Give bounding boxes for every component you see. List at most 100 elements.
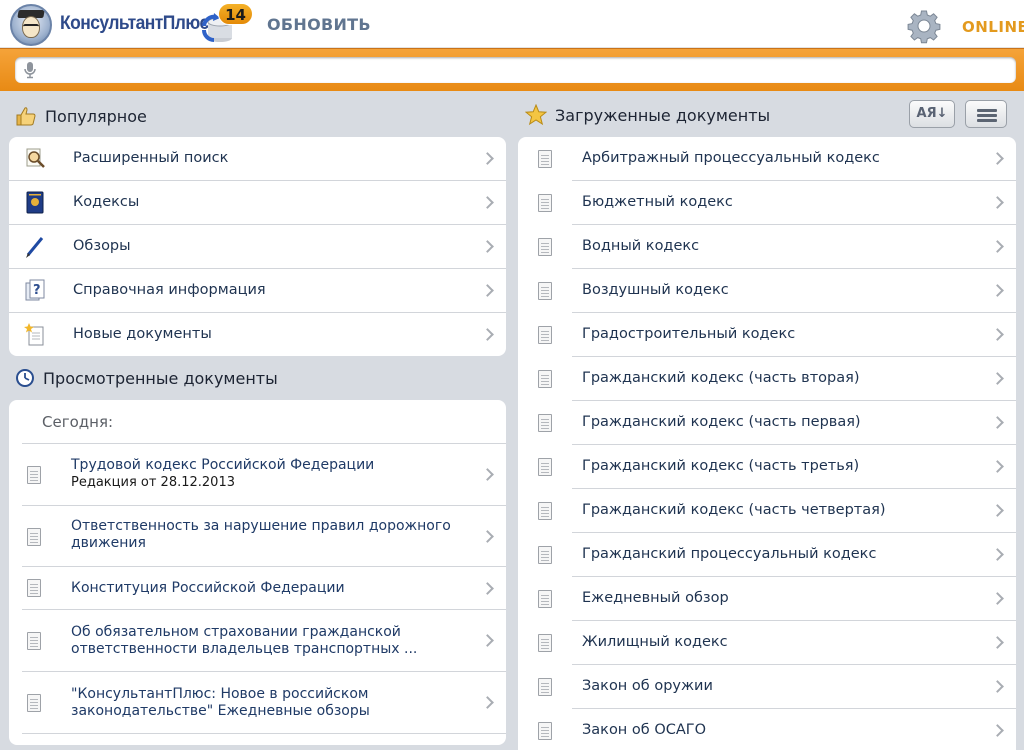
help-document-icon: ?	[25, 279, 45, 301]
app-header: КонсультантПлюс 14 ОБНОВИТЬ ONLINE	[0, 0, 1024, 48]
loaded-item[interactable]: Гражданский процессуальный кодекс	[518, 533, 1016, 577]
popular-item-advanced-search[interactable]: Расширенный поиск	[9, 137, 506, 181]
chevron-right-icon	[991, 548, 1004, 561]
loaded-item-label: Закон об оружии	[582, 678, 713, 694]
viewed-item[interactable]: Конституция Российской Федерации	[9, 567, 506, 610]
professor-logo-icon	[10, 4, 52, 46]
group-label-today: Сегодня:	[42, 413, 114, 431]
loaded-item-label: Гражданский кодекс (часть четвертая)	[582, 502, 886, 518]
loaded-title: Загруженные документы	[555, 105, 771, 125]
document-icon	[538, 590, 552, 608]
loaded-item[interactable]: Бюджетный кодекс	[518, 181, 1016, 225]
loaded-item-label: Воздушный кодекс	[582, 282, 729, 298]
document-icon	[538, 370, 552, 388]
chevron-right-icon	[481, 468, 494, 481]
loaded-item[interactable]: Гражданский кодекс (часть третья)	[518, 445, 1016, 489]
viewed-item[interactable]: "КонсультантПлюс: Новое в российском зак…	[9, 672, 506, 734]
chevron-right-icon	[481, 240, 494, 253]
menu-line	[977, 114, 997, 117]
chevron-right-icon	[991, 592, 1004, 605]
chevron-right-icon	[991, 328, 1004, 341]
list-menu-button[interactable]	[965, 100, 1007, 128]
chevron-right-icon	[481, 152, 494, 165]
loaded-list: Арбитражный процессуальный кодекс Бюджет…	[518, 137, 1016, 750]
document-icon	[538, 502, 552, 520]
chevron-right-icon	[991, 680, 1004, 693]
online-status[interactable]: ONLINE	[962, 18, 1024, 36]
update-button[interactable]: ОБНОВИТЬ	[267, 15, 371, 34]
chevron-right-icon	[991, 504, 1004, 517]
viewed-item-title: Трудовой кодекс Российской Федерации	[71, 457, 375, 473]
popular-item-label: Справочная информация	[73, 282, 266, 298]
viewed-item-title: Конституция Российской Федерации	[71, 580, 345, 596]
loaded-item-label: Гражданский кодекс (часть вторая)	[582, 370, 860, 386]
chevron-right-icon	[481, 581, 494, 595]
document-icon	[538, 326, 552, 344]
viewed-title: Просмотренные документы	[43, 368, 278, 388]
loaded-item[interactable]: Водный кодекс	[518, 225, 1016, 269]
document-icon	[538, 458, 552, 476]
chevron-right-icon	[481, 634, 494, 647]
loaded-item[interactable]: Градостроительный кодекс	[518, 313, 1016, 357]
popular-item-new-docs[interactable]: Новые документы	[9, 313, 506, 356]
chevron-right-icon	[991, 196, 1004, 209]
search-input[interactable]	[45, 60, 1005, 80]
document-icon	[27, 528, 41, 546]
popular-item-label: Обзоры	[73, 238, 131, 254]
document-icon	[27, 579, 41, 597]
viewed-item-title: Об обязательном страховании гражданской …	[71, 624, 418, 657]
document-icon	[538, 150, 552, 168]
chevron-right-icon	[991, 152, 1004, 165]
document-icon	[538, 282, 552, 300]
sort-alphabet-button[interactable]: АЯ↓	[909, 100, 955, 128]
viewed-item[interactable]: Об обязательном страховании гражданской …	[9, 610, 506, 672]
loaded-item[interactable]: Гражданский кодекс (часть первая)	[518, 401, 1016, 445]
popular-item-reviews[interactable]: Обзоры	[9, 225, 506, 269]
chevron-right-icon	[991, 284, 1004, 297]
loaded-item[interactable]: Гражданский кодекс (часть вторая)	[518, 357, 1016, 401]
chevron-right-icon	[991, 636, 1004, 649]
gear-icon[interactable]	[906, 8, 942, 44]
update-count-badge: 14	[218, 3, 253, 25]
loaded-section-header: Загруженные документы	[525, 103, 770, 127]
chevron-right-icon	[481, 328, 494, 341]
loaded-item[interactable]: Ежедневный обзор	[518, 577, 1016, 621]
microphone-icon[interactable]	[23, 61, 37, 79]
document-icon	[27, 632, 41, 650]
loaded-item-label: Арбитражный процессуальный кодекс	[582, 150, 880, 166]
popular-section-header: Популярное	[15, 104, 147, 128]
popular-item-label: Кодексы	[73, 194, 140, 210]
loaded-item-label: Гражданский процессуальный кодекс	[582, 546, 877, 562]
loaded-item-label: Жилищный кодекс	[582, 634, 728, 650]
document-icon	[538, 546, 552, 564]
star-icon	[525, 104, 547, 126]
popular-list: Расширенный поиск Кодексы Обзоры ? Справ…	[9, 137, 506, 356]
chevron-right-icon	[991, 416, 1004, 429]
pen-icon	[26, 237, 44, 258]
viewed-item[interactable]: Ответственность за нарушение правил доро…	[9, 506, 506, 567]
chevron-right-icon	[481, 529, 494, 543]
document-icon	[538, 238, 552, 256]
viewed-item[interactable]: Трудовой кодекс Российской Федерации Ред…	[9, 444, 506, 506]
viewed-item-subtitle: Редакция от 28.12.2013	[71, 475, 235, 490]
popular-item-reference[interactable]: ? Справочная информация	[9, 269, 506, 313]
chevron-right-icon	[481, 196, 494, 209]
loaded-item[interactable]: Арбитражный процессуальный кодекс	[518, 137, 1016, 181]
search-bar	[0, 48, 1024, 91]
svg-text:?: ?	[33, 283, 41, 298]
loaded-item[interactable]: Воздушный кодекс	[518, 269, 1016, 313]
loaded-item[interactable]: Закон об оружии	[518, 665, 1016, 709]
loaded-item-label: Гражданский кодекс (часть первая)	[582, 414, 861, 430]
chevron-right-icon	[991, 240, 1004, 253]
popular-item-codexes[interactable]: Кодексы	[9, 181, 506, 225]
chevron-right-icon	[481, 284, 494, 297]
loaded-item-label: Градостроительный кодекс	[582, 326, 796, 342]
loaded-item[interactable]: Закон об ОСАГО	[518, 709, 1016, 750]
document-icon	[538, 414, 552, 432]
new-document-icon	[24, 323, 44, 346]
brand-logo-text: КонсультантПлюс	[60, 13, 209, 34]
loaded-item[interactable]: Гражданский кодекс (часть четвертая)	[518, 489, 1016, 533]
viewed-item-title: "КонсультантПлюс: Новое в российском зак…	[71, 686, 370, 719]
menu-line	[977, 109, 997, 112]
loaded-item[interactable]: Жилищный кодекс	[518, 621, 1016, 665]
